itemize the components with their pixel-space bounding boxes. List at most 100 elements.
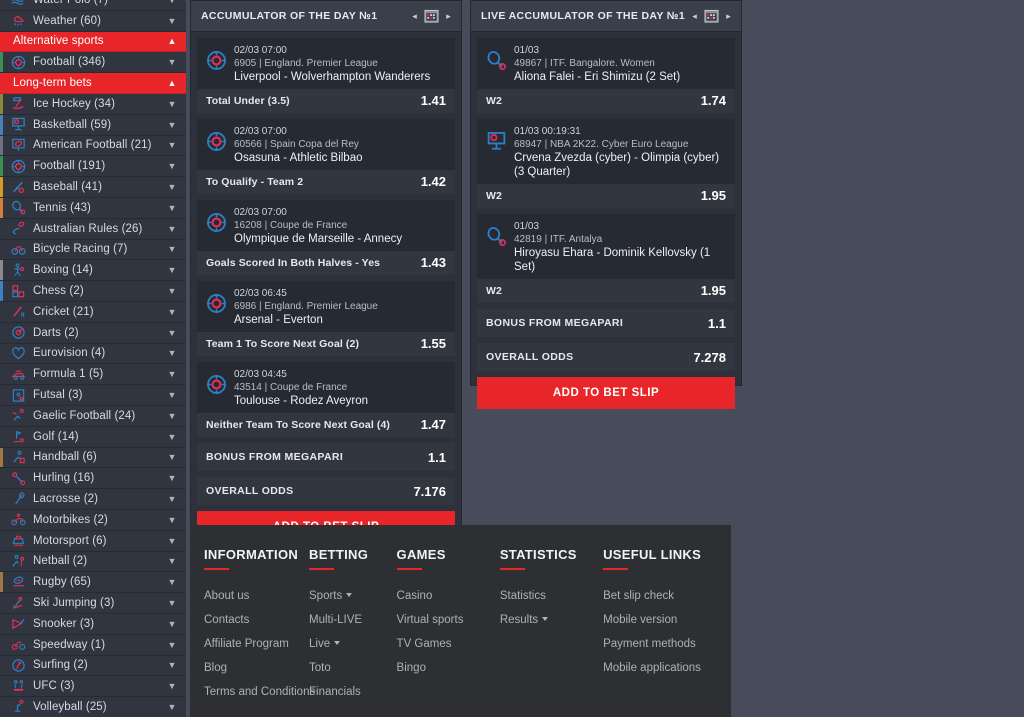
footer-link-mobile-applications[interactable]: Mobile applications	[603, 656, 731, 680]
event-selection-row[interactable]: Team 1 To Score Next Goal (2) 1.55	[197, 332, 455, 356]
footer-link-sports[interactable]: Sports	[309, 584, 397, 608]
footer-link-financials[interactable]: Financials	[309, 680, 397, 704]
footer-link-bingo[interactable]: Bingo	[397, 656, 500, 680]
footer-link-mobile-version[interactable]: Mobile version	[603, 608, 731, 632]
chevron-down-icon[interactable]: ▼	[164, 452, 180, 462]
accumulator-event[interactable]: 02/03 07:00 16208 | Coupe de France Olym…	[197, 200, 455, 275]
event-selection-row[interactable]: Neither Team To Score Next Goal (4) 1.47	[197, 413, 455, 437]
footer-link-virtual-sports[interactable]: Virtual sports	[397, 608, 500, 632]
chevron-down-icon[interactable]: ▼	[164, 536, 180, 546]
event-selection-row[interactable]: W2 1.74	[477, 89, 735, 113]
chevron-down-icon[interactable]: ▼	[164, 390, 180, 400]
chevron-down-icon[interactable]: ▼	[164, 57, 180, 67]
sidebar-item-formula-1[interactable]: Formula 1 (5) ▼	[0, 364, 186, 386]
sidebar-item-ufc[interactable]: UFC (3) ▼	[0, 676, 186, 698]
footer-link-payment-methods[interactable]: Payment methods	[603, 632, 731, 656]
sidebar-item-surfing[interactable]: Surfing (2) ▼	[0, 655, 186, 677]
chevron-down-icon[interactable]: ▼	[164, 640, 180, 650]
sidebar-item-handball[interactable]: Handball (6) ▼	[0, 447, 186, 469]
chevron-up-icon[interactable]: ▲	[164, 78, 180, 88]
chevron-down-icon[interactable]: ▼	[164, 598, 180, 608]
accumulator-event[interactable]: 02/03 04:45 43514 | Coupe de France Toul…	[197, 362, 455, 437]
chevron-down-icon[interactable]: ▼	[164, 203, 180, 213]
chevron-down-icon[interactable]: ▼	[164, 286, 180, 296]
sidebar-item-water-polo[interactable]: Water Polo (7)▼	[0, 0, 186, 11]
chevron-down-icon[interactable]: ▼	[164, 556, 180, 566]
next-live-accumulator-icon[interactable]: ▸	[724, 11, 733, 21]
sidebar-item-tennis[interactable]: Tennis (43) ▼	[0, 197, 186, 219]
sidebar-item-gaelic-football[interactable]: Gaelic Football (24) ▼	[0, 405, 186, 427]
chevron-down-icon[interactable]: ▼	[164, 619, 180, 629]
chevron-down-icon[interactable]: ▼	[164, 473, 180, 483]
sidebar-item-weather[interactable]: Weather (60) ▼	[0, 10, 186, 32]
accumulator-event[interactable]: 02/03 07:00 60566 | Spain Copa del Rey O…	[197, 119, 455, 194]
sidebar-item-ice-hockey[interactable]: Ice Hockey (34) ▼	[0, 93, 186, 115]
footer-link-tv-games[interactable]: TV Games	[397, 632, 500, 656]
sidebar-item-speedway[interactable]: Speedway (1) ▼	[0, 634, 186, 656]
chevron-down-icon[interactable]: ▼	[164, 161, 180, 171]
sidebar-item-american-football[interactable]: American Football (21) ▼	[0, 135, 186, 157]
sidebar-item-bicycle-racing[interactable]: Bicycle Racing (7) ▼	[0, 239, 186, 261]
accumulator-event[interactable]: 02/03 07:00 6905 | England. Premier Leag…	[197, 38, 455, 113]
sidebar-item-snooker[interactable]: Snooker (3) ▼	[0, 613, 186, 635]
chevron-down-icon[interactable]: ▼	[164, 182, 180, 192]
event-selection-row[interactable]: W2 1.95	[477, 279, 735, 303]
footer-link-blog[interactable]: Blog	[204, 656, 309, 680]
sidebar-item-volleyball[interactable]: Volleyball (25) ▼	[0, 697, 186, 717]
chevron-down-icon[interactable]: ▼	[164, 494, 180, 504]
sidebar-item-golf[interactable]: Golf (14) ▼	[0, 426, 186, 448]
next-accumulator-icon[interactable]: ▸	[444, 11, 453, 21]
event-selection-row[interactable]: Goals Scored In Both Halves - Yes 1.43	[197, 251, 455, 275]
sidebar-item-football[interactable]: Football (191) ▼	[0, 156, 186, 178]
chevron-down-icon[interactable]: ▼	[164, 411, 180, 421]
chevron-down-icon[interactable]: ▼	[164, 0, 180, 5]
accumulator-event[interactable]: 01/03 49867 | ITF. Bangalore. Women Alio…	[477, 38, 735, 113]
calendar-icon[interactable]	[424, 9, 439, 23]
chevron-down-icon[interactable]: ▼	[164, 681, 180, 691]
sidebar-item-motorsport[interactable]: Motorsport (6) ▼	[0, 530, 186, 552]
chevron-down-icon[interactable]: ▼	[164, 307, 180, 317]
sidebar-section-alternative-sports[interactable]: Alternative sports ▲	[0, 31, 186, 53]
chevron-down-icon[interactable]: ▼	[164, 702, 180, 712]
footer-link-contacts[interactable]: Contacts	[204, 608, 309, 632]
chevron-down-icon[interactable]: ▼	[164, 369, 180, 379]
sidebar-item-futsal[interactable]: Futsal (3) ▼	[0, 385, 186, 406]
sidebar-item-lacrosse[interactable]: Lacrosse (2) ▼	[0, 489, 186, 510]
accumulator-event[interactable]: 01/03 00:19:31 68947 | NBA 2K22. Cyber E…	[477, 119, 735, 208]
chevron-down-icon[interactable]: ▼	[164, 348, 180, 358]
chevron-down-icon[interactable]: ▼	[164, 244, 180, 254]
chevron-down-icon[interactable]: ▼	[164, 577, 180, 587]
sidebar-item-baseball[interactable]: Baseball (41) ▼	[0, 177, 186, 198]
event-selection-row[interactable]: To Qualify - Team 2 1.42	[197, 170, 455, 194]
chevron-down-icon[interactable]: ▼	[164, 660, 180, 670]
footer-link-casino[interactable]: Casino	[397, 584, 500, 608]
chevron-down-icon[interactable]: ▼	[164, 99, 180, 109]
chevron-down-icon[interactable]: ▼	[164, 120, 180, 130]
chevron-down-icon[interactable]: ▼	[164, 140, 180, 150]
sidebar-item-darts[interactable]: Darts (2) ▼	[0, 322, 186, 344]
sidebar-item-hurling[interactable]: Hurling (16) ▼	[0, 468, 186, 490]
sidebar-section-long-term-bets[interactable]: Long-term bets ▲	[0, 73, 186, 94]
chevron-down-icon[interactable]: ▼	[164, 265, 180, 275]
sidebar-item-basketball[interactable]: Basketball (59) ▼	[0, 114, 186, 136]
chevron-down-icon[interactable]: ▼	[164, 224, 180, 234]
sidebar-item-netball[interactable]: Netball (2) ▼	[0, 551, 186, 573]
footer-link-statistics[interactable]: Statistics	[500, 584, 603, 608]
footer-link-live[interactable]: Live	[309, 632, 397, 656]
sidebar-item-chess[interactable]: Chess (2) ▼	[0, 281, 186, 302]
chevron-down-icon[interactable]: ▼	[164, 515, 180, 525]
prev-live-accumulator-icon[interactable]: ◂	[690, 11, 699, 21]
prev-accumulator-icon[interactable]: ◂	[410, 11, 419, 21]
footer-link-results[interactable]: Results	[500, 608, 603, 632]
sidebar-item-cricket[interactable]: Cricket (21) ▼	[0, 301, 186, 323]
sidebar-item-rugby[interactable]: Rugby (65) ▼	[0, 572, 186, 594]
event-selection-row[interactable]: W2 1.95	[477, 184, 735, 208]
event-selection-row[interactable]: Total Under (3.5) 1.41	[197, 89, 455, 113]
chevron-down-icon[interactable]: ▼	[164, 432, 180, 442]
footer-link-terms-and-conditions[interactable]: Terms and Conditions	[204, 680, 315, 704]
accumulator-event[interactable]: 02/03 06:45 6986 | England. Premier Leag…	[197, 281, 455, 356]
footer-link-about-us[interactable]: About us	[204, 584, 309, 608]
footer-link-bet-slip-check[interactable]: Bet slip check	[603, 584, 731, 608]
footer-link-multi-live[interactable]: Multi-LIVE	[309, 608, 397, 632]
chevron-down-icon[interactable]: ▼	[164, 16, 180, 26]
